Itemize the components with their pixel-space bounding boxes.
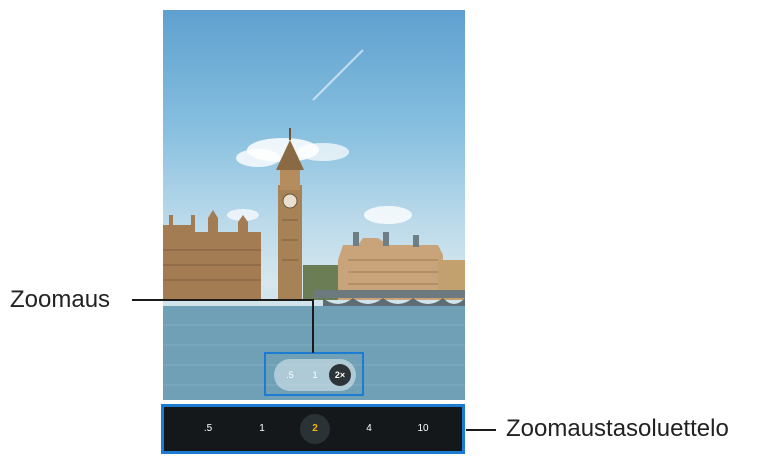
zoom-level-4[interactable]: 4 [354, 407, 384, 451]
camera-preview [163, 10, 465, 400]
zoom-level-list: .5 1 2 4 10 [161, 404, 465, 454]
london-photo [163, 49, 465, 400]
zoom-leader-line-h [132, 299, 313, 301]
zoom-leader-line-v [312, 299, 314, 353]
zoom-callout-label: Zoomaus [10, 286, 111, 313]
zoom-level-10[interactable]: 10 [408, 407, 438, 451]
zoom-level-0.5[interactable]: .5 [193, 407, 223, 451]
zoom-level-2-selected[interactable]: 2 [300, 407, 330, 451]
list-leader-line [466, 429, 496, 431]
zoom-highlight-frame [264, 352, 364, 396]
selected-zoom-level: 2 [300, 414, 330, 444]
zoom-level-list-callout-label: Zoomaustasoluettelo [506, 415, 729, 442]
zoom-level-1[interactable]: 1 [247, 407, 277, 451]
